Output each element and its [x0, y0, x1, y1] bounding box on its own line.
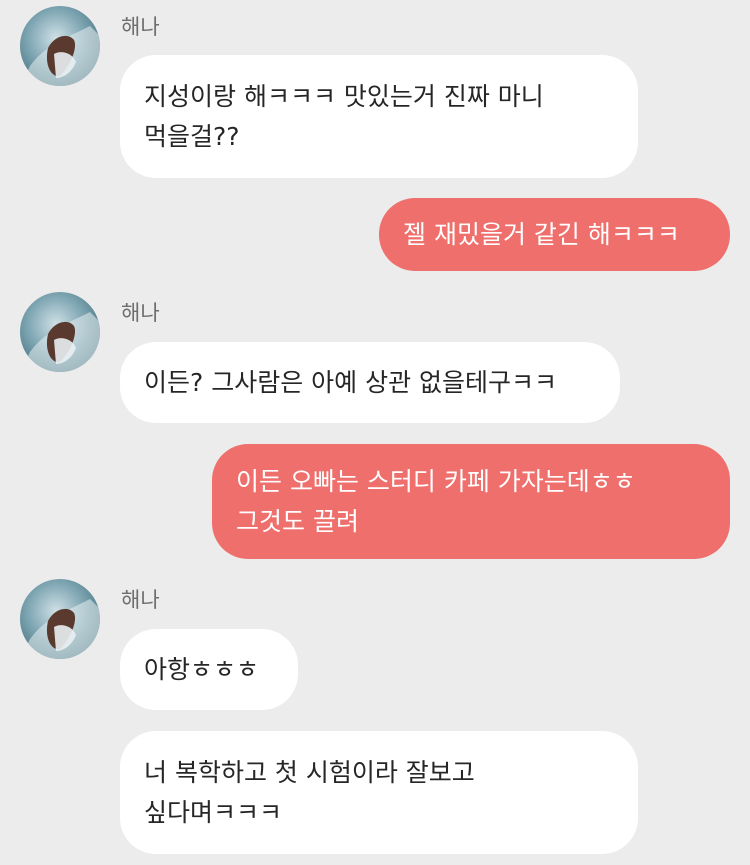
- message-text: 지성이랑 해ㅋㅋㅋ 맛있는거 진짜 마니 먹을걸??: [144, 81, 544, 151]
- avatar[interactable]: [20, 579, 100, 659]
- sender-name: 해나: [121, 15, 160, 39]
- profile-photo-icon: [20, 579, 100, 659]
- message-text: 이든 오빠는 스터디 카페 가자는데ㅎㅎ 그것도 끌려: [236, 466, 636, 536]
- message-text: 이든? 그사람은 아예 상관 없을테구ㅋㅋ: [144, 367, 558, 397]
- incoming-message-bubble[interactable]: 너 복학하고 첫 시험이라 잘보고 싶다며ㅋㅋㅋ: [120, 731, 638, 854]
- message-text: 아항ㅎㅎㅎ: [144, 654, 260, 684]
- outgoing-message-bubble[interactable]: 이든 오빠는 스터디 카페 가자는데ㅎㅎ 그것도 끌려: [212, 444, 730, 559]
- sender-name: 해나: [121, 588, 160, 612]
- avatar[interactable]: [20, 292, 100, 372]
- sender-name: 해나: [121, 301, 160, 325]
- avatar[interactable]: [20, 6, 100, 86]
- message-text: 너 복학하고 첫 시험이라 잘보고 싶다며ㅋㅋㅋ: [144, 757, 475, 827]
- incoming-message-bubble[interactable]: 지성이랑 해ㅋㅋㅋ 맛있는거 진짜 마니 먹을걸??: [120, 55, 638, 178]
- profile-photo-icon: [20, 292, 100, 372]
- profile-photo-icon: [20, 6, 100, 86]
- outgoing-message-bubble[interactable]: 젤 재밌을거 같긴 해ㅋㅋㅋ: [379, 198, 730, 271]
- message-text: 젤 재밌을거 같긴 해ㅋㅋㅋ: [403, 219, 680, 249]
- incoming-message-bubble[interactable]: 아항ㅎㅎㅎ: [120, 629, 298, 710]
- incoming-message-bubble[interactable]: 이든? 그사람은 아예 상관 없을테구ㅋㅋ: [120, 342, 620, 423]
